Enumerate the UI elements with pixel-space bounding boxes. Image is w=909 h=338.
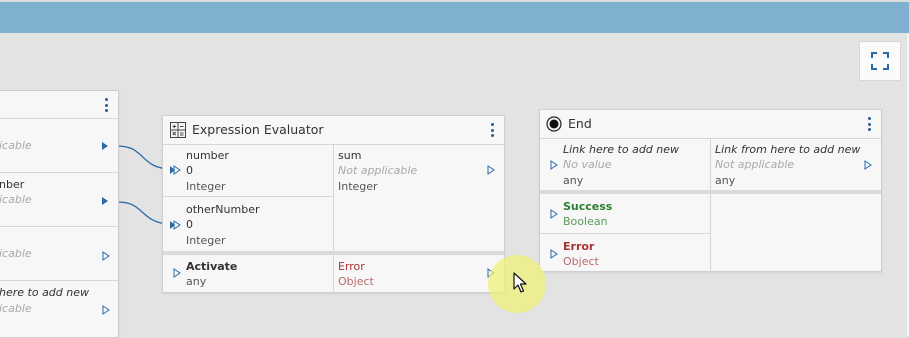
left-node-divider [0, 226, 118, 227]
expression-evaluator-node: Expression Evaluator number 0 Integer ot… [162, 115, 506, 294]
end-error-type: Object [563, 255, 599, 268]
input-other-number-name: otherNumber [186, 203, 260, 216]
left-output-port-1[interactable] [102, 142, 108, 150]
input-port-number[interactable] [169, 165, 181, 175]
left-node-divider [0, 280, 118, 281]
end-link-in-value: No value [563, 158, 612, 171]
end-title: End [568, 116, 592, 131]
error-type: Object [338, 275, 374, 288]
end-link-out-value: Not applicable [715, 158, 795, 171]
input-number-type: Integer [186, 180, 226, 193]
end-header[interactable]: End [540, 110, 881, 139]
end-link-out-type: any [715, 174, 736, 187]
input-port-error[interactable] [550, 249, 558, 259]
input-number-name: number [186, 149, 229, 162]
top-bar [0, 0, 909, 33]
end-error-name: Error [563, 240, 595, 253]
output-sum-type: Integer [338, 180, 378, 193]
end-link-in[interactable]: Link here to add new No value any [540, 138, 710, 190]
error-output[interactable]: Error Object [334, 255, 506, 294]
left-row-2-sub: icable [0, 193, 32, 206]
evaluator-menu-icon[interactable] [490, 123, 494, 137]
end-success-type: Boolean [563, 215, 608, 228]
activate-type: any [186, 275, 207, 288]
end-link-in-name: Link here to add new [563, 143, 680, 156]
expand-icon [871, 52, 889, 70]
output-sum-name: sum [338, 149, 362, 162]
error-name: Error [338, 260, 365, 273]
end-circle-icon [546, 116, 562, 132]
left-row-3-sub: icable [0, 247, 32, 260]
end-success-name: Success [563, 200, 613, 213]
left-node-menu-icon[interactable] [104, 98, 108, 112]
input-other-number[interactable]: otherNumber 0 Integer [163, 197, 333, 251]
left-row-4-sub: icable [0, 302, 32, 315]
output-sum[interactable]: sum Not applicable Integer [334, 144, 506, 196]
left-node-divider [0, 172, 118, 173]
left-row-4-name: here to add new [0, 286, 90, 299]
evaluator-title: Expression Evaluator [192, 122, 324, 137]
end-menu-icon[interactable] [867, 117, 871, 131]
left-output-port-3[interactable] [102, 251, 110, 261]
end-link-out[interactable]: Link from here to add new Not applicable… [711, 138, 883, 190]
end-error[interactable]: Error Object [540, 234, 710, 273]
left-row-2-name: nber [0, 178, 25, 191]
left-node: icable nber icable icable here to add ne… [0, 90, 119, 338]
end-link-out-name: Link from here to add new [715, 143, 861, 156]
calculator-icon [170, 122, 186, 138]
input-port-link-in[interactable] [550, 160, 558, 170]
left-node-header [0, 91, 118, 119]
end-link-in-type: any [563, 174, 584, 187]
output-port-link-out[interactable] [864, 160, 872, 170]
evaluator-header[interactable]: Expression Evaluator [163, 116, 504, 145]
end-success[interactable]: Success Boolean [540, 194, 710, 233]
activate-input[interactable]: Activate any [163, 255, 333, 294]
input-other-number-value: 0 [186, 218, 193, 231]
input-number[interactable]: number 0 Integer [163, 144, 333, 196]
mouse-pointer-icon [513, 272, 527, 293]
left-output-port-2[interactable] [102, 197, 108, 205]
input-port-activate[interactable] [173, 268, 181, 278]
input-port-other-number[interactable] [169, 220, 181, 230]
left-row-1-sub: icable [0, 139, 32, 152]
left-output-port-4[interactable] [102, 305, 110, 315]
activate-name: Activate [186, 260, 238, 273]
fullscreen-button[interactable] [859, 41, 901, 81]
input-port-success[interactable] [550, 209, 558, 219]
output-sum-value: Not applicable [338, 164, 418, 177]
input-number-value: 0 [186, 164, 193, 177]
output-port-sum[interactable] [487, 165, 495, 175]
end-node: End Link here to add new No value any Li… [539, 109, 883, 273]
input-other-number-type: Integer [186, 234, 226, 247]
